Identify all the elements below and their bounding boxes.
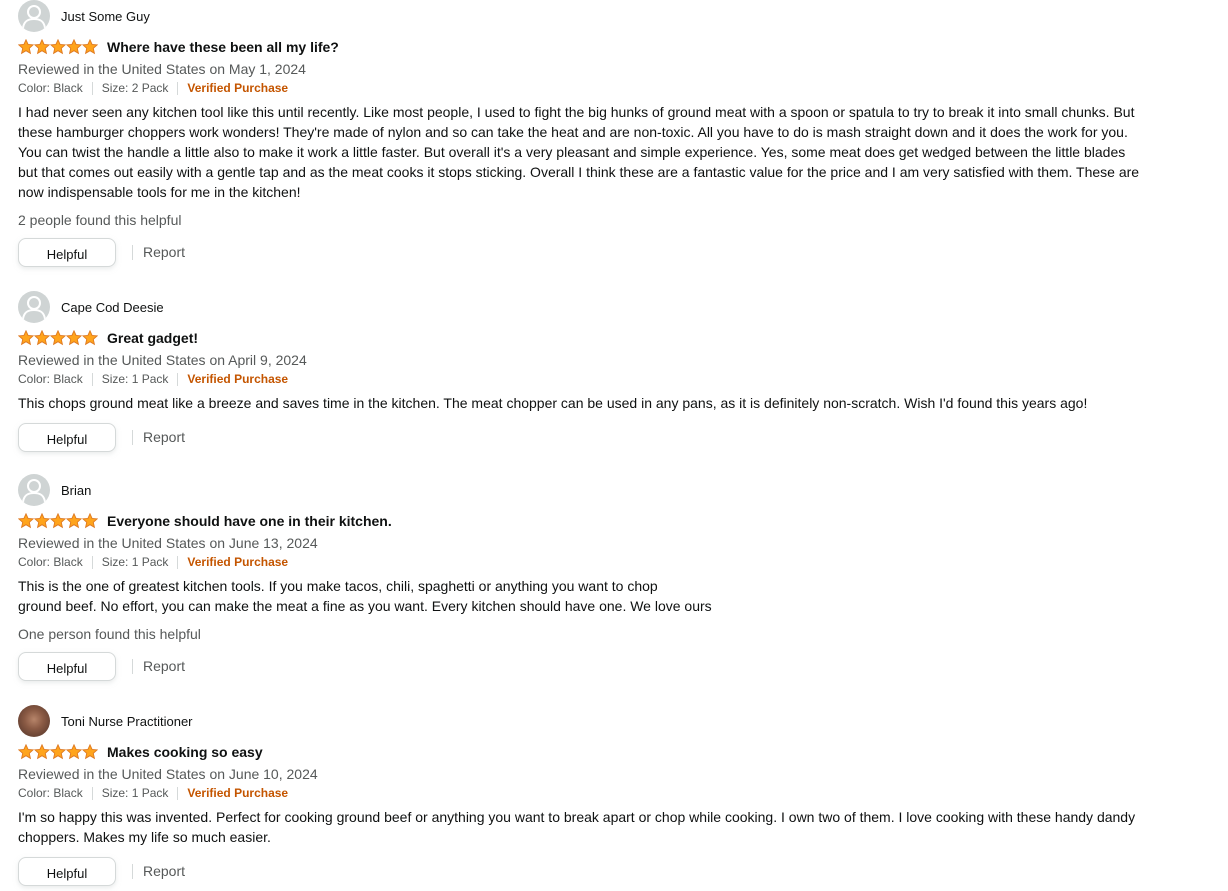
divider (91, 82, 93, 95)
star-icon (81, 330, 98, 346)
star-rating[interactable] (18, 330, 98, 346)
verified-purchase-badge: Verified Purchase (187, 555, 289, 569)
review-format-strip: Color: Black Size: 1 Pack Verified Purch… (18, 554, 1148, 576)
variant-color[interactable]: Color: Black (18, 555, 83, 569)
report-link[interactable]: Report (143, 863, 185, 880)
helpful-button[interactable]: Helpful (18, 652, 116, 681)
divider (91, 373, 93, 386)
star-icon (33, 330, 51, 346)
helpful-button[interactable]: Helpful (18, 238, 116, 267)
star-icon (18, 744, 35, 760)
variant-size[interactable]: Size: 1 Pack (102, 372, 169, 386)
variant-size[interactable]: Size: 1 Pack (102, 555, 169, 569)
reviewer-profile[interactable]: Brian (18, 474, 1148, 506)
report-link[interactable]: Report (143, 658, 185, 675)
review-format-strip: Color: Black Size: 1 Pack Verified Purch… (18, 785, 1148, 807)
review-body: I'm so happy this was invented. Perfect … (18, 809, 1136, 845)
review-format-strip: Color: Black Size: 2 Pack Verified Purch… (18, 80, 1148, 102)
review-format-strip: Color: Black Size: 1 Pack Verified Purch… (18, 371, 1148, 393)
star-icon (33, 39, 51, 55)
star-icon (18, 513, 35, 529)
star-icon (81, 39, 98, 55)
reviewer-name: Toni Nurse Practitioner (61, 714, 193, 729)
reviewer-profile[interactable]: Just Some Guy (18, 0, 1148, 32)
helpful-count: One person found this helpful (18, 626, 201, 642)
helpful-button[interactable]: Helpful (18, 423, 116, 452)
divider (91, 556, 93, 569)
divider (177, 787, 179, 800)
reviewer-profile[interactable]: Cape Cod Deesie (18, 291, 1148, 323)
divider (91, 787, 93, 800)
review-title[interactable]: Makes cooking so easy (107, 744, 263, 761)
report-link[interactable]: Report (143, 429, 185, 446)
review-title[interactable]: Everyone should have one in their kitche… (107, 513, 392, 530)
helpful-count: 2 people found this helpful (18, 212, 182, 228)
verified-purchase-badge: Verified Purchase (187, 81, 289, 95)
variant-color[interactable]: Color: Black (18, 786, 83, 800)
review-body-line: This is the one of greatest kitchen tool… (18, 578, 658, 594)
divider (177, 373, 179, 386)
star-rating[interactable] (18, 513, 98, 529)
divider (177, 556, 179, 569)
star-icon (18, 330, 35, 346)
reviewer-profile[interactable]: Toni Nurse Practitioner (18, 705, 1148, 737)
star-rating[interactable] (18, 39, 98, 55)
review-date: Reviewed in the United States on June 10… (18, 766, 318, 782)
report-link[interactable]: Report (143, 244, 185, 261)
divider (132, 430, 133, 445)
divider (177, 82, 179, 95)
reviewer-name: Cape Cod Deesie (61, 300, 164, 315)
helpful-button[interactable]: Helpful (18, 857, 116, 886)
reviewer-name: Brian (61, 483, 92, 498)
review-item: Toni Nurse Practitioner Makes cooking so… (18, 705, 1148, 889)
star-icon (18, 39, 35, 55)
review-body-line: ground beef. No effort, you can make the… (18, 598, 712, 614)
review-item: Cape Cod Deesie Great gadget! Reviewed i… (18, 291, 1148, 455)
star-icon (65, 330, 83, 346)
review-body: This is the one of greatest kitchen tool… (18, 576, 1148, 616)
reviews-list: Just Some Guy Where have these been all … (0, 0, 1228, 891)
person-silhouette-icon (18, 474, 50, 506)
star-icon (65, 744, 83, 760)
star-icon (81, 744, 98, 760)
verified-purchase-badge: Verified Purchase (187, 372, 289, 386)
star-icon (49, 744, 67, 760)
review-body: I had never seen any kitchen tool like t… (18, 104, 1140, 200)
avatar-photo (18, 705, 50, 737)
divider (132, 864, 133, 879)
review-item: Brian Everyone should have one in their … (18, 474, 1148, 684)
person-silhouette-icon (18, 0, 50, 32)
star-icon (49, 330, 67, 346)
star-icon (65, 513, 83, 529)
review-body: This chops ground meat like a breeze and… (18, 395, 1088, 411)
review-title[interactable]: Great gadget! (107, 330, 198, 347)
star-icon (65, 39, 83, 55)
review-date: Reviewed in the United States on June 13… (18, 535, 318, 551)
review-date: Reviewed in the United States on April 9… (18, 352, 307, 368)
person-silhouette-icon (18, 291, 50, 323)
review-date: Reviewed in the United States on May 1, … (18, 61, 306, 77)
divider (132, 659, 133, 674)
star-icon (33, 513, 51, 529)
star-icon (49, 513, 67, 529)
divider (132, 245, 133, 260)
review-item: Just Some Guy Where have these been all … (18, 0, 1148, 270)
review-title[interactable]: Where have these been all my life? (107, 39, 339, 56)
star-icon (49, 39, 67, 55)
star-icon (81, 513, 98, 529)
star-rating[interactable] (18, 744, 98, 760)
star-icon (33, 744, 51, 760)
variant-color[interactable]: Color: Black (18, 81, 83, 95)
reviewer-name: Just Some Guy (61, 9, 150, 24)
variant-size[interactable]: Size: 2 Pack (102, 81, 169, 95)
variant-size[interactable]: Size: 1 Pack (102, 786, 169, 800)
verified-purchase-badge: Verified Purchase (187, 786, 289, 800)
variant-color[interactable]: Color: Black (18, 372, 83, 386)
